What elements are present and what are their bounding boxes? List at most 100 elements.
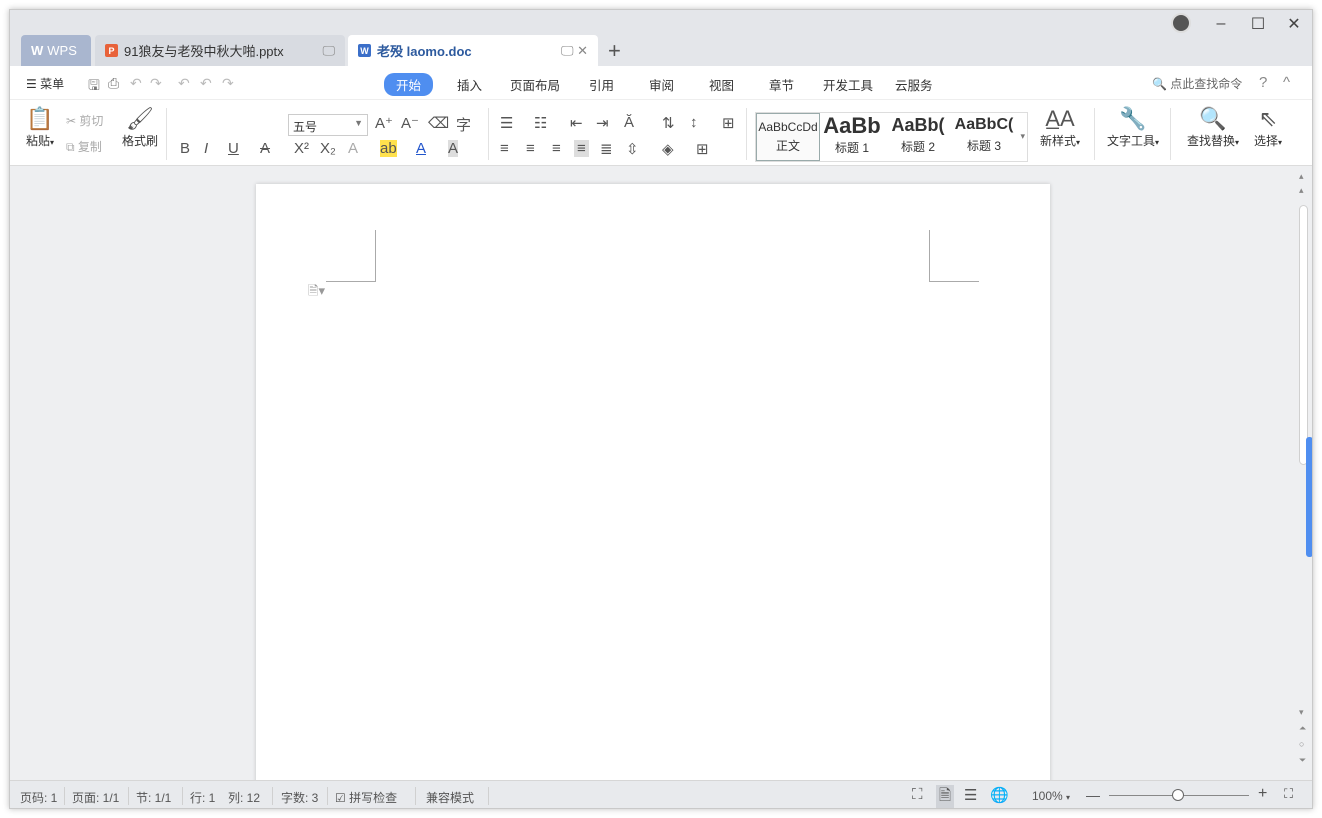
paste-button[interactable]: 📋 粘贴▾ (20, 106, 60, 149)
phonetic-icon[interactable]: 字 (456, 114, 471, 135)
sort-icon[interactable]: ⇅ (662, 114, 675, 132)
tab-insert[interactable]: 插入 (457, 75, 482, 94)
zoom-out-button[interactable]: — (1086, 787, 1100, 803)
tab-cloud[interactable]: 云服务 (895, 75, 933, 94)
zoom-in-button[interactable]: + (1258, 785, 1267, 803)
case-change-icon[interactable]: Ă (624, 114, 634, 131)
gallery-scroll-icon[interactable]: ▾ (1020, 131, 1025, 142)
format-painter-button[interactable]: 🖌 格式刷 (120, 106, 160, 149)
help-icon[interactable]: ? (1259, 74, 1267, 91)
copy-button[interactable]: ⧉ 复制 (66, 138, 102, 155)
style-heading-3[interactable]: AaBbC( 标题 3 (952, 113, 1016, 161)
document-canvas[interactable]: 🗎▾ (10, 167, 1294, 780)
undo-icon[interactable]: ↶ (130, 75, 142, 92)
zoom-level[interactable]: 100% ▾ (1032, 789, 1070, 803)
borders-icon[interactable]: ⊞ (696, 140, 709, 158)
command-search[interactable]: 🔍 点此查找命令 (1152, 75, 1242, 92)
decrease-indent-icon[interactable]: ⇤ (570, 114, 583, 132)
cut-button[interactable]: ✂ 剪切 (66, 112, 103, 129)
superscript-icon[interactable]: X² (294, 140, 309, 157)
tab-doc[interactable]: W 老殁 laomo.doc 🖵 ✕ (348, 35, 598, 66)
next-page-icon[interactable]: ⏷ (1299, 755, 1306, 766)
tab-review[interactable]: 审阅 (649, 75, 674, 94)
justify-icon[interactable]: ≡ (574, 140, 589, 157)
monitor-icon[interactable]: 🖵 (322, 43, 335, 59)
redo-icon[interactable]: ↷ (222, 75, 234, 92)
collapse-ribbon-icon[interactable]: ^ (1283, 74, 1290, 91)
distributed-icon[interactable]: ≣ (600, 140, 613, 158)
tab-developer[interactable]: 开发工具 (823, 75, 873, 94)
underline-icon[interactable]: U (228, 140, 239, 157)
side-panel-toggle[interactable] (1306, 437, 1312, 557)
minimize-button[interactable]: – (1203, 12, 1239, 36)
undo-icon[interactable]: ↶ (178, 75, 190, 92)
tab-home[interactable]: 开始 (384, 73, 434, 96)
grow-font-icon[interactable]: A⁺ (375, 114, 393, 132)
tab-wps[interactable]: W WPS (21, 35, 91, 66)
status-word-count[interactable]: 字数: 3 (281, 789, 318, 806)
browse-object-icon[interactable]: ○ (1299, 739, 1304, 749)
increase-indent-icon[interactable]: ⇥ (596, 114, 609, 132)
vertical-scrollbar[interactable]: ▴ ▴ ▾ ⏶ ○ ⏷ (1294, 167, 1312, 780)
numbered-list-icon[interactable]: ☷ (534, 114, 547, 132)
scroll-down-icon[interactable]: ▾ (1299, 707, 1304, 718)
table-icon[interactable]: ⊞ (722, 114, 735, 132)
save-icon[interactable]: 🖫 (88, 75, 100, 99)
find-replace-button[interactable]: 🔍 查找替换▾ (1182, 106, 1244, 149)
italic-icon[interactable]: I (204, 140, 208, 157)
new-tab-button[interactable]: + (608, 38, 621, 64)
highlight-icon[interactable]: ab (380, 140, 397, 157)
paste-options-icon[interactable]: 🗎▾ (308, 282, 325, 304)
font-size-select[interactable]: 五号 ▼ (288, 114, 368, 136)
status-page[interactable]: 页面: 1/1 (72, 789, 119, 806)
tab-page-layout[interactable]: 页面布局 (510, 75, 560, 94)
prev-page-icon[interactable]: ⏶ (1299, 723, 1306, 734)
paragraph-spacing-icon[interactable]: ⇳ (626, 140, 639, 158)
eraser-icon[interactable]: ⌫ (428, 114, 449, 132)
status-section: 节: 1/1 (136, 791, 172, 805)
new-style-button[interactable]: A̲A 新样式▾ (1034, 106, 1086, 149)
bullet-list-icon[interactable]: ☰ (500, 114, 513, 132)
scroll-top-icon[interactable]: ▴ (1299, 171, 1304, 182)
page-view-icon[interactable]: 🗎 (936, 785, 955, 808)
style-normal[interactable]: AaBbCcDd 正文 (756, 113, 820, 161)
tab-pptx[interactable]: P 91狼友与老殁中秋大啪.pptx 🖵 (95, 35, 345, 66)
print-icon[interactable]: ⎙ (108, 75, 119, 92)
zoom-slider-handle[interactable] (1172, 789, 1184, 801)
fit-page-icon[interactable]: ⛶ (1284, 786, 1293, 802)
tab-view[interactable]: 视图 (709, 75, 734, 94)
scroll-thumb[interactable] (1299, 205, 1308, 465)
shrink-font-icon[interactable]: A⁻ (401, 114, 419, 132)
spell-check-button[interactable]: ☑ 拼写检查 (335, 789, 397, 806)
monitor-icon[interactable]: 🖵 ✕ (561, 43, 588, 59)
font-name-field[interactable] (213, 114, 289, 136)
redo-icon[interactable]: ↷ (150, 75, 162, 92)
scroll-up-icon[interactable]: ▴ (1299, 185, 1304, 196)
maximize-button[interactable]: ☐ (1240, 12, 1276, 36)
subscript-icon[interactable]: X₂ (320, 140, 336, 157)
line-spacing-icon[interactable]: ↕ (690, 114, 698, 131)
select-button[interactable]: ⇖ 选择▾ (1250, 106, 1286, 149)
outline-view-icon[interactable]: ☰ (964, 786, 977, 804)
align-left-icon[interactable]: ≡ (500, 140, 509, 157)
undo-icon[interactable]: ↶ (200, 75, 212, 92)
text-effect-icon[interactable]: A (348, 140, 358, 157)
close-button[interactable]: ✕ (1276, 12, 1312, 36)
fullscreen-icon[interactable]: ⛶ (912, 786, 923, 803)
tab-references[interactable]: 引用 (589, 75, 614, 94)
tab-chapter[interactable]: 章节 (769, 75, 794, 94)
document-page[interactable]: 🗎▾ (256, 184, 1050, 780)
font-color-icon[interactable]: A (416, 140, 426, 157)
align-right-icon[interactable]: ≡ (552, 140, 561, 157)
char-shading-icon[interactable]: A (448, 140, 459, 157)
text-tools-button[interactable]: 🔧 文字工具▾ (1102, 106, 1164, 149)
align-center-icon[interactable]: ≡ (526, 140, 535, 157)
style-heading-2[interactable]: AaBb( 标题 2 (886, 113, 950, 161)
bold-icon[interactable]: B (180, 140, 190, 157)
shading-icon[interactable]: ◈ (662, 140, 674, 158)
style-heading-1[interactable]: AaBb 标题 1 (820, 113, 884, 161)
menu-button[interactable]: ☰ 菜单 (26, 75, 64, 92)
web-view-icon[interactable]: 🌐 (990, 786, 1009, 804)
strikethrough-icon[interactable]: A (260, 140, 270, 157)
avatar[interactable] (1171, 13, 1191, 33)
